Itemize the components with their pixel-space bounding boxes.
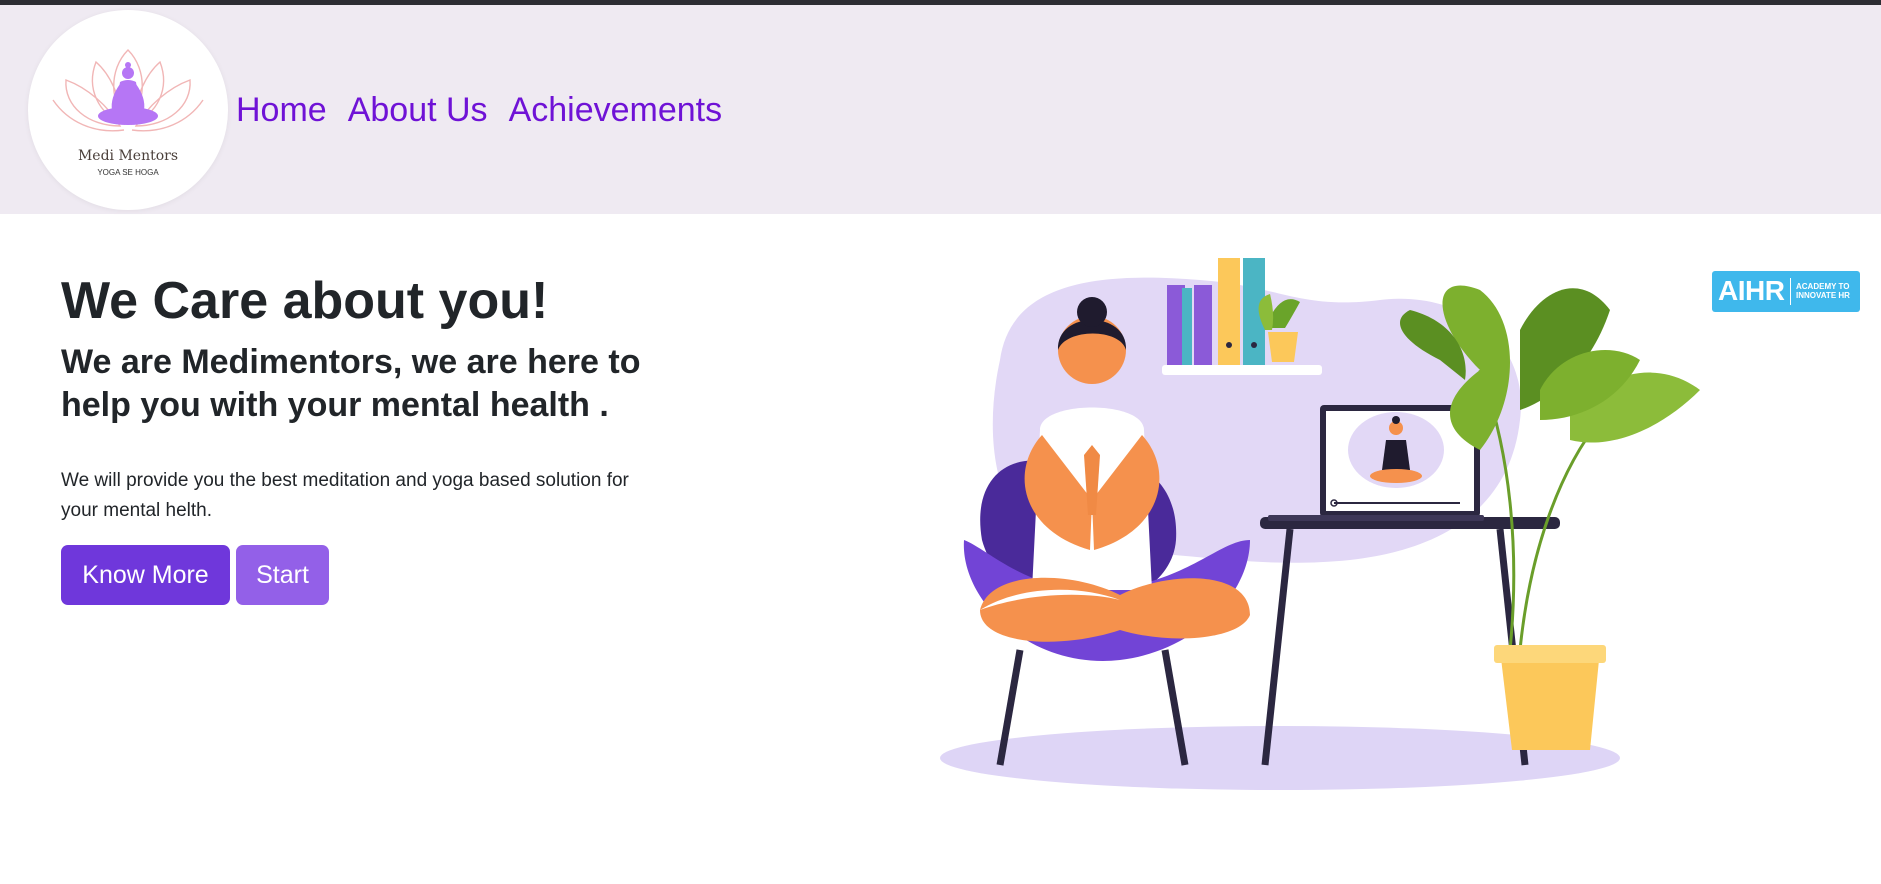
- nav-home[interactable]: Home: [236, 91, 327, 130]
- nav-achievements[interactable]: Achievements: [509, 91, 723, 130]
- lotus-yoga-icon: [52, 49, 204, 132]
- navbar: Medi Mentors YOGA SE HOGA Home About Us …: [0, 5, 1881, 214]
- aihr-badge-main: AIHR: [1718, 275, 1785, 306]
- brand-tagline: YOGA SE HOGA: [97, 168, 159, 177]
- hero-subtitle: We are Medimentors, we are here to help …: [61, 343, 641, 424]
- hero-title: We Care about you!: [61, 272, 549, 330]
- brand-logo[interactable]: Medi Mentors YOGA SE HOGA: [28, 10, 228, 210]
- aihr-badge[interactable]: AIHR ACADEMY TO INNOVATE HR: [1712, 271, 1860, 312]
- start-button[interactable]: Start: [236, 545, 329, 605]
- main-nav: Home About Us Achievements: [236, 91, 722, 130]
- brand-name: Medi Mentors: [77, 148, 179, 164]
- aihr-badge-sub: ACADEMY TO INNOVATE HR: [1796, 282, 1850, 300]
- nav-about-us[interactable]: About Us: [348, 91, 488, 130]
- know-more-button[interactable]: Know More: [61, 545, 230, 605]
- hero-description: We will provide you the best meditation …: [61, 470, 629, 521]
- aihr-badge-divider: [1790, 278, 1791, 305]
- meditation-illustration: [940, 258, 1700, 790]
